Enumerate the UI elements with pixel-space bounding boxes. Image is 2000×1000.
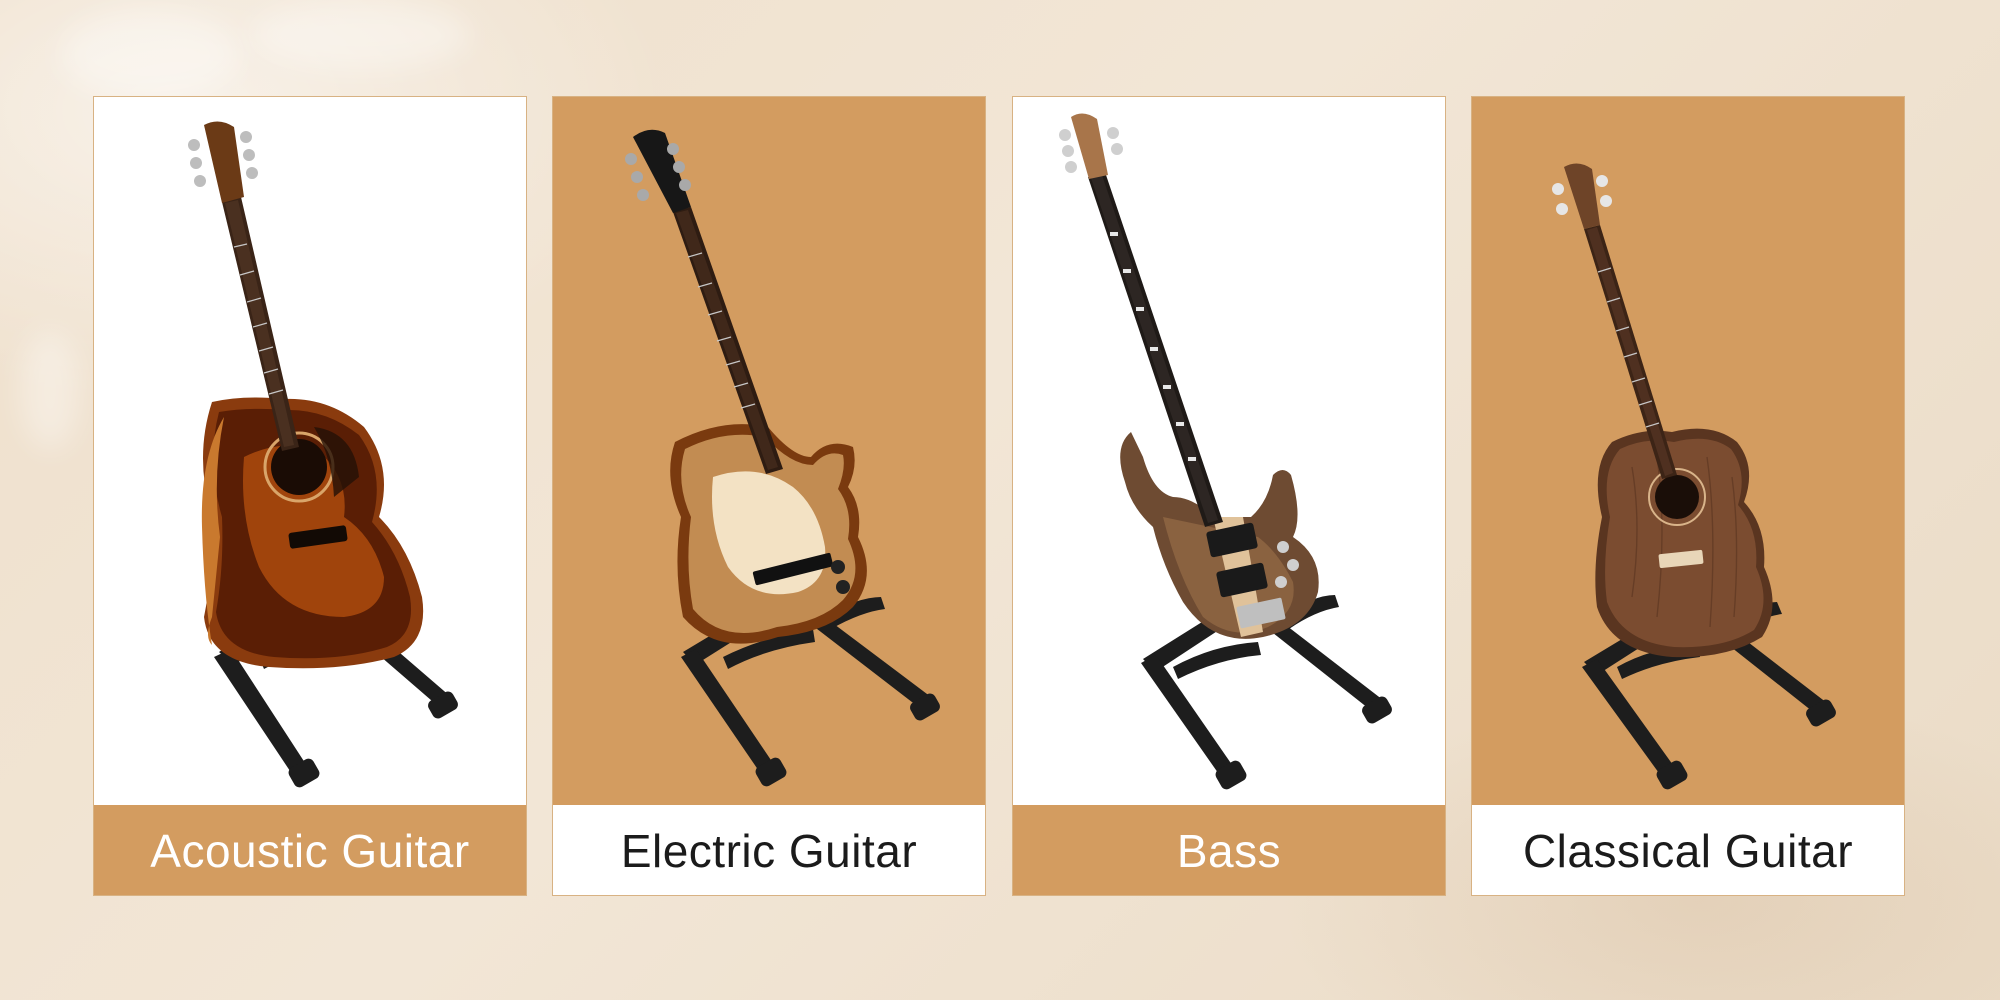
category-card-bass[interactable]: Bass [1012, 96, 1446, 896]
classical-body [1595, 428, 1773, 658]
product-photo-acoustic-guitar [94, 97, 526, 805]
acoustic-guitar-image [188, 121, 458, 788]
category-card-acoustic-guitar[interactable]: Acoustic Guitar [93, 96, 527, 896]
product-photo-bass [1013, 97, 1445, 805]
category-card-classical-guitar[interactable]: Classical Guitar [1471, 96, 1905, 896]
backdrop-light-spot [20, 330, 80, 450]
classical-guitar-image [1552, 163, 1836, 790]
bass-body [1120, 432, 1319, 639]
category-label: Acoustic Guitar [94, 805, 526, 895]
bass-guitar-image [1059, 113, 1392, 790]
category-label: Classical Guitar [1472, 805, 1904, 895]
electric-guitar-image [625, 129, 940, 787]
backdrop-light-spot [60, 10, 240, 100]
classical-headstock [1552, 163, 1612, 229]
product-photo-classical-guitar [1472, 97, 1904, 805]
acoustic-headstock [188, 121, 258, 203]
category-label: Bass [1013, 805, 1445, 895]
bass-neck [1088, 172, 1223, 527]
backdrop-light-spot [250, 0, 470, 70]
electric-headstock [625, 129, 691, 213]
category-label: Electric Guitar [553, 805, 985, 895]
instrument-category-grid: Acoustic Guitar Electric Guitar Bass Cla… [93, 96, 1905, 896]
category-card-electric-guitar[interactable]: Electric Guitar [552, 96, 986, 896]
bass-headstock [1059, 113, 1123, 179]
acoustic-body [201, 397, 424, 669]
product-photo-electric-guitar [553, 97, 985, 805]
